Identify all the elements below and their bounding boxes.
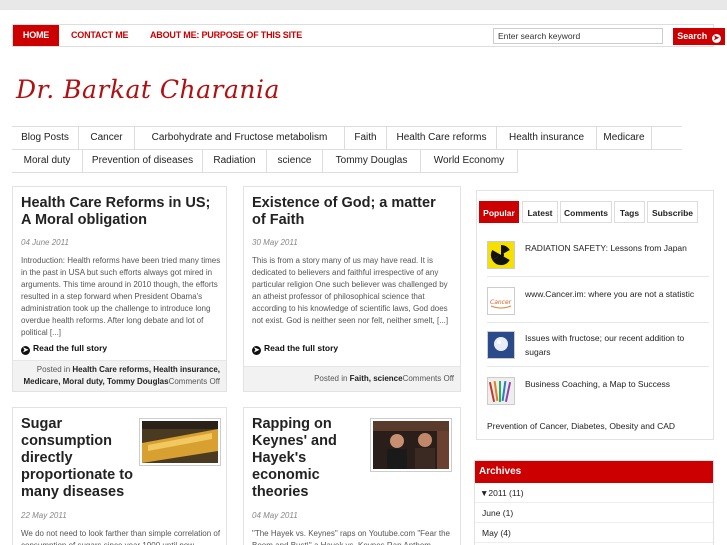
tab-comments[interactable]: Comments [560, 201, 612, 223]
post-excerpt: "The Hayek vs. Keynes" raps on Youtube.c… [252, 529, 450, 545]
category-faith[interactable]: Faith [345, 127, 387, 149]
svg-text:Cancer: Cancer [490, 299, 512, 306]
post-date: 04 June 2011 [21, 238, 69, 247]
tab-subscribe[interactable]: Subscribe [647, 201, 698, 223]
pencils-icon [487, 377, 515, 405]
category-blog-posts[interactable]: Blog Posts [12, 127, 79, 149]
popular-item[interactable]: Issues with fructose; our recent additio… [487, 331, 709, 367]
comments-status: Comments Off [168, 377, 220, 386]
archive-month-june[interactable]: June (1) [475, 503, 713, 523]
post-excerpt: We do not need to look farther than simp… [21, 529, 221, 545]
post-thumbnail[interactable] [139, 418, 221, 466]
posted-in-label: Posted in [314, 374, 348, 383]
arrow-right-icon: ➤ [252, 346, 261, 355]
read-more-label: Read the full story [264, 343, 339, 353]
popular-item-link[interactable]: Prevention of Cancer, Diabetes, Obesity … [487, 421, 675, 431]
category-row: Moral duty Prevention of diseases Radiat… [12, 149, 518, 173]
post-card: Sugar consumption directly proportionate… [12, 407, 227, 545]
post-date: 30 May 2011 [252, 238, 298, 247]
read-more-label: Read the full story [33, 343, 108, 353]
archives-title: Archives [475, 461, 713, 483]
rappers-image [373, 421, 449, 469]
post-title[interactable]: Existence of God; a matter of Faith [252, 195, 452, 229]
nav-about-link[interactable]: ABOUT ME: PURPOSE OF THIS SITE [150, 25, 302, 46]
category-science[interactable]: science [267, 150, 323, 172]
category-tommy-douglas[interactable]: Tommy Douglas [323, 150, 421, 172]
nav-home-link[interactable]: HOME [13, 25, 59, 46]
popular-item[interactable]: RADIATION SAFETY: Lessons from Japan [487, 241, 709, 277]
search-button[interactable]: Search ➤ [673, 28, 725, 45]
nav-contact-link[interactable]: CONTACT ME [71, 25, 129, 46]
popular-item-title: www.Cancer.im: where you are not a stati… [525, 289, 695, 299]
read-more-link[interactable]: ➤ Read the full story [252, 343, 338, 355]
sugar-image [142, 421, 218, 463]
tab-popular[interactable]: Popular [479, 201, 519, 223]
category-medicare[interactable]: Medicare [597, 127, 652, 149]
site-title[interactable]: Dr. Barkat Charania [16, 75, 280, 104]
post-excerpt: This is from a story many of us may have… [252, 256, 449, 325]
sidebar-tabs: Popular Latest Comments Tags Subscribe R… [476, 190, 714, 440]
category-carbohydrate[interactable]: Carbohydrate and Fructose metabolism [135, 127, 345, 149]
category-moral-duty[interactable]: Moral duty [12, 150, 83, 172]
category-radiation[interactable]: Radiation [203, 150, 267, 172]
arrow-right-icon: ➤ [21, 346, 30, 355]
popular-item[interactable]: Business Coaching, a Map to Success [487, 377, 709, 413]
category-cancer[interactable]: Cancer [79, 127, 135, 149]
category-prevention[interactable]: Prevention of diseases [83, 150, 203, 172]
read-more-link[interactable]: ➤ Read the full story [21, 343, 107, 355]
search-input[interactable] [493, 28, 663, 44]
popular-item[interactable]: Cancer www.Cancer.im: where you are not … [487, 287, 709, 323]
arrow-right-icon: ➤ [711, 34, 721, 43]
popular-item-title: Business Coaching, a Map to Success [525, 379, 671, 389]
popular-item-title: Issues with fructose; our recent additio… [525, 333, 685, 357]
post-card: Rapping on Keynes' and Hayek's economic … [243, 407, 461, 545]
post-excerpt: Introduction: Health reforms have been t… [21, 256, 221, 337]
post-card: Health Care Reforms in US; A Moral oblig… [12, 186, 227, 392]
cancer-logo-icon: Cancer [487, 287, 515, 315]
post-date: 04 May 2011 [252, 511, 298, 520]
post-title[interactable]: Rapping on Keynes' and Hayek's economic … [252, 416, 364, 501]
archives-widget: Archives ▼2011 (11) June (1) May (4) [474, 460, 714, 545]
post-title[interactable]: Health Care Reforms in US; A Moral oblig… [21, 195, 221, 229]
archive-month-may[interactable]: May (4) [475, 523, 713, 543]
posted-in-label: Posted in [36, 365, 71, 374]
post-categories[interactable]: Faith, science [350, 374, 403, 383]
post-title[interactable]: Sugar consumption directly proportionate… [21, 416, 133, 501]
comments-status: Comments Off [402, 374, 454, 383]
post-date: 22 May 2011 [21, 511, 67, 520]
radiation-icon [487, 241, 515, 269]
sugar-icon [487, 331, 515, 359]
category-health-care-reforms[interactable]: Health Care reforms [387, 127, 497, 149]
popular-item-title: RADIATION SAFETY: Lessons from Japan [525, 243, 687, 253]
post-card: Existence of God; a matter of Faith 30 M… [243, 186, 461, 392]
archive-year-2011[interactable]: ▼2011 (11) [475, 483, 713, 503]
page: HOME CONTACT ME ABOUT ME: PURPOSE OF THI… [0, 10, 727, 545]
tab-tags[interactable]: Tags [614, 201, 645, 223]
category-row: Blog Posts Cancer Carbohydrate and Fruct… [12, 126, 682, 150]
search-button-label: Search [677, 31, 708, 41]
post-thumbnail[interactable] [370, 418, 452, 472]
category-health-insurance[interactable]: Health insurance [497, 127, 597, 149]
post-meta: Posted in Health Care reforms, Health in… [13, 360, 226, 391]
top-nav: HOME CONTACT ME ABOUT ME: PURPOSE OF THI… [12, 24, 725, 47]
tab-latest[interactable]: Latest [522, 201, 558, 223]
category-world-economy[interactable]: World Economy [421, 150, 518, 172]
post-meta: Posted in Faith, scienceComments Off [244, 366, 460, 391]
